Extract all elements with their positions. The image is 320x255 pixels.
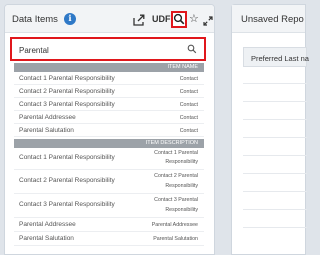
expand-icon[interactable] xyxy=(203,13,213,26)
result-name: Contact 1 Parental Responsibility xyxy=(19,75,115,82)
result-description: Contact 2 Parental xyxy=(154,173,198,179)
result-description: Responsibility xyxy=(165,207,198,213)
result-name: Contact 3 Parental Responsibility xyxy=(19,101,115,108)
search-toggle-button[interactable] xyxy=(171,11,187,28)
grid-line xyxy=(243,101,307,102)
search-results: ITEM NAME Contact 1 Parental Responsibil… xyxy=(14,63,204,253)
result-row[interactable]: Contact 2 Parental Responsibility Contac… xyxy=(14,85,204,98)
grid-line xyxy=(243,191,307,192)
result-row[interactable]: Contact 2 Parental Responsibility Contac… xyxy=(14,170,204,194)
result-type: Contact xyxy=(179,115,198,121)
data-items-panel: Data Items i UDF ☆ ITEM xyxy=(4,4,215,255)
search-input[interactable] xyxy=(19,44,179,56)
share-icon[interactable] xyxy=(133,13,145,26)
result-name: Parental Addressee xyxy=(19,114,76,121)
result-row[interactable]: Contact 3 Parental Responsibility Contac… xyxy=(14,194,204,218)
unsaved-report-panel: Unsaved Repo Preferred Last na xyxy=(231,4,309,255)
star-icon[interactable]: ☆ xyxy=(189,13,199,26)
search-icon xyxy=(187,44,197,54)
column-header-label: Preferred Last na xyxy=(251,54,309,63)
column-header[interactable]: Preferred Last na xyxy=(243,47,309,67)
grid-line xyxy=(243,227,307,228)
result-row[interactable]: Parental Salutation Parental Salutation xyxy=(14,232,204,246)
result-description: Parental Addressee xyxy=(151,222,198,228)
unsaved-report-title: Unsaved Repo xyxy=(241,14,304,25)
info-icon[interactable]: i xyxy=(64,13,76,25)
result-row[interactable]: Parental Addressee Parental Addressee xyxy=(14,218,204,232)
result-description: Contact 3 Parental xyxy=(154,197,198,203)
result-name: Parental Addressee xyxy=(19,221,76,228)
result-row[interactable]: Contact 1 Parental Responsibility Contac… xyxy=(14,72,204,85)
search-icon xyxy=(173,13,185,25)
grid-line xyxy=(243,173,307,174)
search-box[interactable] xyxy=(10,37,206,61)
result-type: Contact xyxy=(179,128,198,134)
result-row[interactable]: Parental Addressee Contact xyxy=(14,111,204,124)
result-type: Contact xyxy=(179,76,198,82)
result-description: Responsibility xyxy=(165,159,198,165)
item-name-header: ITEM NAME xyxy=(14,63,204,72)
result-name: Parental Salutation xyxy=(19,127,74,134)
result-name: Contact 2 Parental Responsibility xyxy=(19,88,115,95)
result-row[interactable]: Parental Salutation Contact xyxy=(14,124,204,137)
result-name: Parental Salutation xyxy=(19,235,74,242)
result-description: Parental Salutation xyxy=(153,236,198,242)
grid-line xyxy=(243,83,307,84)
panel-title: Data Items xyxy=(12,14,58,25)
udf-button[interactable]: UDF xyxy=(152,14,171,27)
result-description: Responsibility xyxy=(165,183,198,189)
result-name: Contact 3 Parental Responsibility xyxy=(19,201,115,208)
data-items-header: Data Items i UDF ☆ xyxy=(5,5,214,33)
grid-line xyxy=(243,209,307,210)
result-description: Contact 1 Parental xyxy=(154,150,198,156)
item-description-header: ITEM DESCRIPTION xyxy=(14,139,204,148)
result-row[interactable]: Contact 3 Parental Responsibility Contac… xyxy=(14,98,204,111)
unsaved-report-header: Unsaved Repo xyxy=(232,5,305,33)
grid-line xyxy=(243,155,307,156)
result-row[interactable]: Contact 1 Parental Responsibility Contac… xyxy=(14,148,204,170)
grid-line xyxy=(243,137,307,138)
grid-line xyxy=(243,119,307,120)
result-type: Contact xyxy=(179,102,198,108)
result-type: Contact xyxy=(179,89,198,95)
result-name: Contact 1 Parental Responsibility xyxy=(19,154,115,161)
result-name: Contact 2 Parental Responsibility xyxy=(19,177,115,184)
